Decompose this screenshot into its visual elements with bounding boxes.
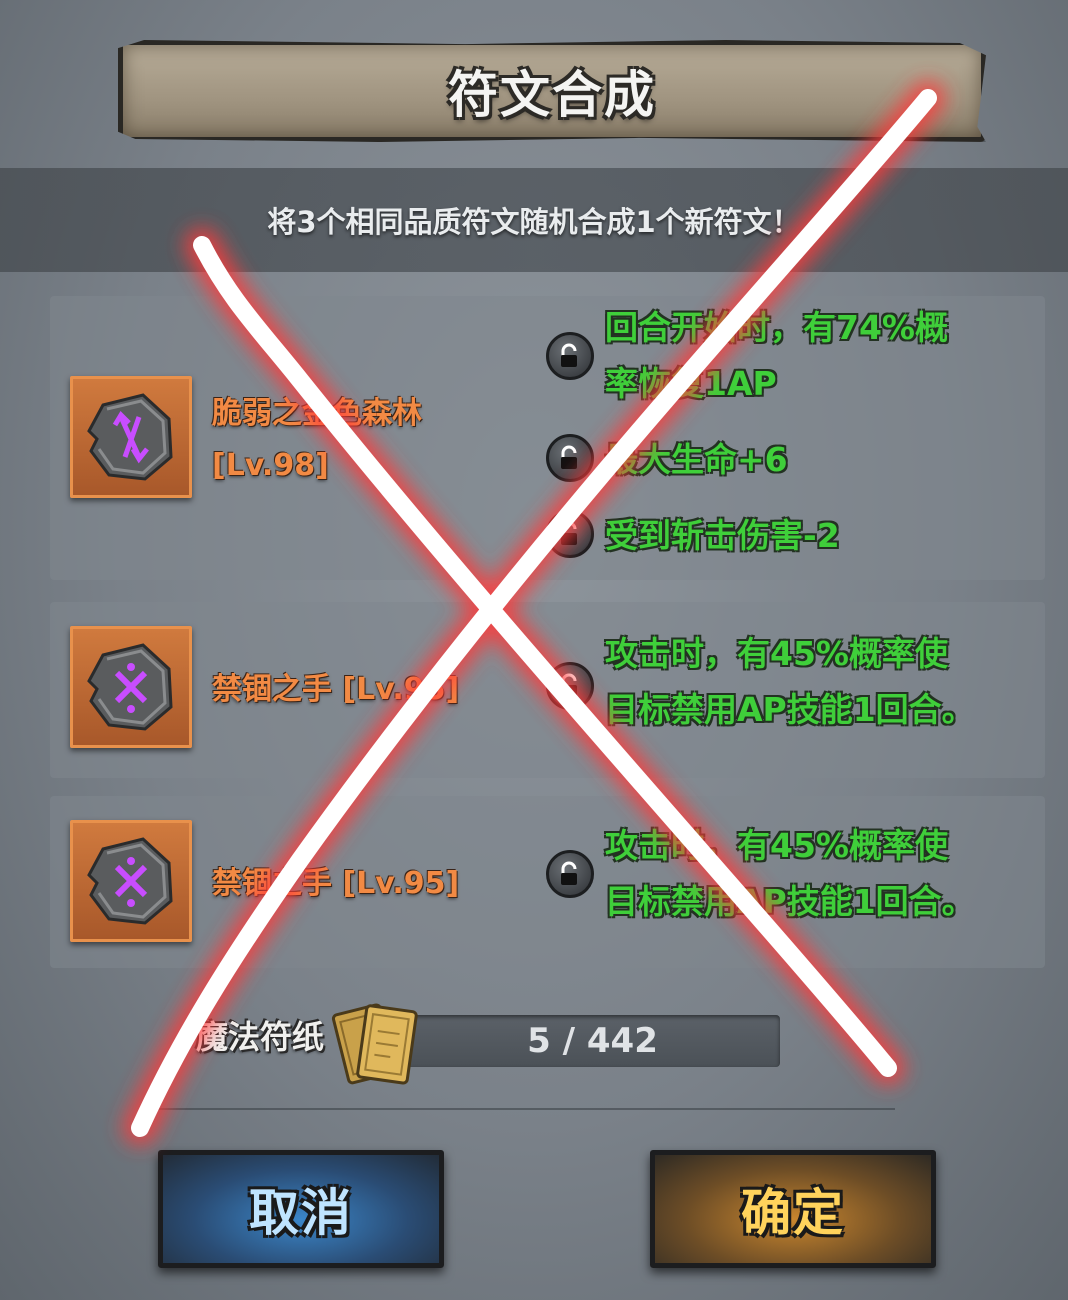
confirm-button-label: 确定 xyxy=(741,1184,845,1242)
lock-icon[interactable] xyxy=(546,850,594,898)
lock-icon[interactable] xyxy=(546,332,594,380)
dialog-subtitle: 将3个相同品质符文随机合成1个新符文！ xyxy=(267,205,801,239)
effect-line: 目标禁用AP技能1回合。 xyxy=(605,690,975,729)
purple-cross-rune-icon xyxy=(87,837,173,925)
rune-row-3[interactable]: 禁锢之手 [Lv.95] 攻击时，有45%概率使 目标禁用AP技能1回合。 xyxy=(50,796,1045,968)
rune-level: [Lv.98] xyxy=(212,448,329,483)
effect-line: 率恢复1AP xyxy=(605,364,777,403)
confirm-button[interactable]: 确定 xyxy=(650,1150,936,1268)
rune-effect-1: 回合开始时，有74%概 率恢复1AP xyxy=(605,300,948,412)
cancel-button[interactable]: 取消 xyxy=(158,1150,444,1268)
rune-row-2[interactable]: 禁锢之手 [Lv.95] 攻击时，有45%概率使 目标禁用AP技能1回合。 xyxy=(50,602,1045,778)
effect-line: 攻击时，有45%概率使 xyxy=(605,634,948,673)
rune-slot-2[interactable] xyxy=(70,626,192,748)
rune-effect-3: 攻击时，有45%概率使 目标禁用AP技能1回合。 xyxy=(605,818,975,930)
rune-name-block-1: 脆弱之金色森林 [Lv.98] xyxy=(212,388,422,492)
title-banner: 符文合成 xyxy=(118,40,986,142)
effect-line: 目标禁用AP技能1回合。 xyxy=(605,882,975,921)
rune-effect-2: 攻击时，有45%概率使 目标禁用AP技能1回合。 xyxy=(605,626,975,738)
rune-name: 脆弱之金色森林 xyxy=(212,396,422,431)
purple-arrows-rune-icon xyxy=(87,393,173,481)
effect-line: 受到斩击伤害-2 xyxy=(605,516,840,555)
divider xyxy=(155,1108,895,1110)
lock-icon[interactable] xyxy=(546,662,594,710)
rune-row-1[interactable]: 脆弱之金色森林 [Lv.98] 回合开始时，有74%概 率恢复1AP 最大生命+… xyxy=(50,296,1045,580)
rune-name: 禁锢之手 [Lv.95] xyxy=(212,672,460,707)
subtitle-bar: 将3个相同品质符文随机合成1个新符文！ xyxy=(0,168,1068,272)
lock-icon[interactable] xyxy=(546,434,594,482)
cancel-button-label: 取消 xyxy=(249,1184,353,1242)
effect-line: 回合开始时，有74%概 xyxy=(605,308,948,347)
rune-name: 禁锢之手 [Lv.95] xyxy=(212,866,460,901)
magic-paper-count-bar: 5 / 442 xyxy=(405,1015,780,1067)
magic-paper-count: 5 / 442 xyxy=(527,1021,658,1061)
dialog-title: 符文合成 xyxy=(448,66,656,124)
magic-paper-label: 魔法符纸 xyxy=(196,1018,325,1056)
effect-line: 最大生命+6 xyxy=(605,440,788,479)
rune-slot-3[interactable] xyxy=(70,820,192,942)
magic-paper-icon xyxy=(328,992,424,1094)
lock-icon[interactable] xyxy=(546,510,594,558)
effect-line: 攻击时，有45%概率使 xyxy=(605,826,948,865)
purple-cross-rune-icon xyxy=(87,643,173,731)
rune-slot-1[interactable] xyxy=(70,376,192,498)
